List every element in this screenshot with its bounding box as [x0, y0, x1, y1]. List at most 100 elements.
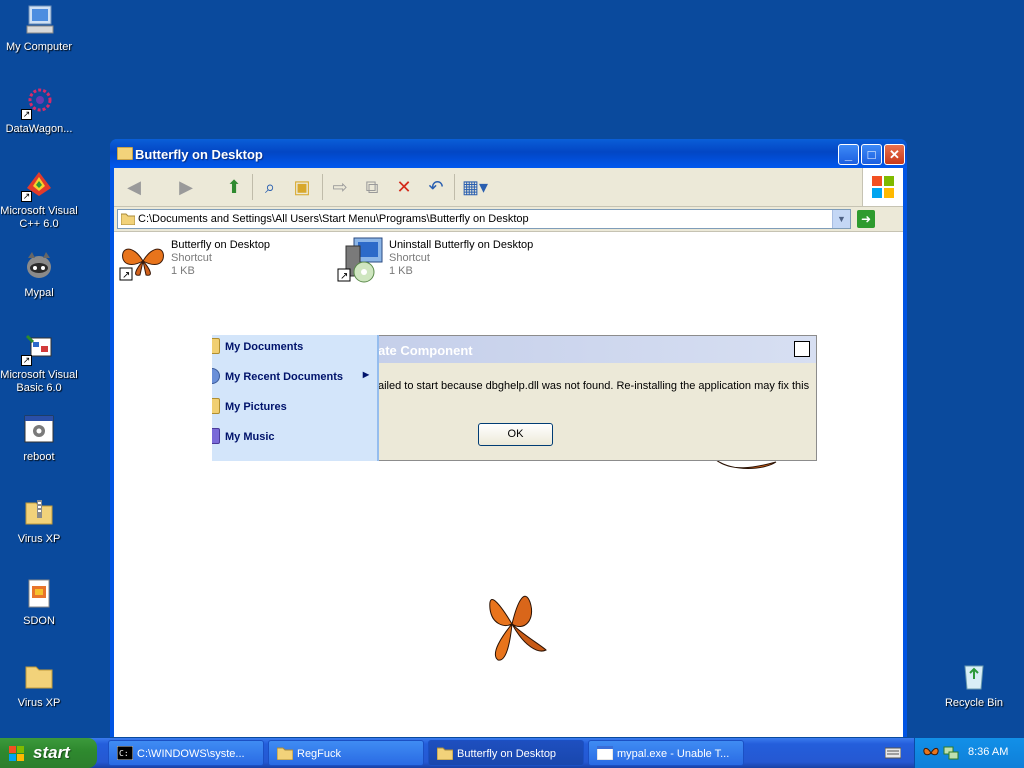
- file-name: Uninstall Butterfly on Desktop: [389, 239, 534, 251]
- file-item[interactable]: ↗ Uninstall Butterfly on Desktop Shortcu…: [336, 236, 566, 284]
- reboot-icon: [23, 414, 55, 446]
- delete-icon[interactable]: ✕: [392, 175, 416, 199]
- desktop-icon-label: reboot: [23, 451, 55, 463]
- copy-to-icon[interactable]: ⧉: [360, 175, 384, 199]
- desktop-icon-label: Virus XP: [17, 533, 61, 545]
- taskbar-button-label: Butterfly on Desktop: [457, 748, 557, 760]
- toolbar-separator: [252, 174, 253, 200]
- forward-arrow-icon[interactable]: ▶: [174, 175, 198, 199]
- butterfly-tray-icon[interactable]: [923, 746, 939, 760]
- network-tray-icon[interactable]: [943, 746, 959, 760]
- folder-icon: [23, 660, 55, 692]
- desktop-icon-label: Microsoft Visual Basic 6.0: [0, 369, 78, 394]
- toolbar: ◀ ▶ ⬆ ⌕ ▣ ⇨ ⧉ ✕ ↶ ▦▾: [114, 168, 903, 207]
- folders-icon[interactable]: ▣: [290, 175, 314, 199]
- ok-button[interactable]: OK: [478, 423, 553, 446]
- desktop-icon-my-computer[interactable]: My Computer: [0, 4, 78, 54]
- svg-text:↗: ↗: [340, 271, 348, 282]
- taskbar-button-console[interactable]: C: C:\WINDOWS\syste...: [108, 740, 264, 766]
- desktop-icon-mypal[interactable]: Mypal: [0, 250, 78, 300]
- start-menu-item-label: My Pictures: [225, 401, 287, 413]
- dialog-titlebar[interactable]: ate Component ✕: [377, 336, 816, 363]
- desktop-icon-visual-basic[interactable]: ↗ Microsoft Visual Basic 6.0: [0, 332, 78, 395]
- up-folder-icon[interactable]: ⬆: [222, 175, 246, 199]
- desktop-icon-sdon[interactable]: SDON: [0, 578, 78, 628]
- desktop-icon-reboot[interactable]: reboot: [0, 414, 78, 464]
- start-button[interactable]: start: [0, 738, 97, 768]
- views-icon[interactable]: ▦▾: [462, 175, 488, 199]
- shortcut-arrow-icon: ↗: [21, 355, 32, 366]
- svg-text:C:: C:: [119, 749, 129, 758]
- taskbar-button-mypal-error[interactable]: mypal.exe - Unable T...: [588, 740, 744, 766]
- recycle-bin-icon: [958, 660, 990, 692]
- desktop-icon-recycle-bin[interactable]: Recycle Bin: [935, 660, 1013, 710]
- console-icon: C:: [117, 746, 133, 760]
- butterfly-sprite: [489, 595, 547, 661]
- desktop-icon-label: Mypal: [24, 287, 54, 299]
- window-title: Butterfly on Desktop: [135, 147, 263, 162]
- back-arrow-icon[interactable]: ◀: [122, 175, 146, 199]
- window-titlebar[interactable]: Butterfly on Desktop _ □ ✕: [110, 139, 907, 168]
- clock[interactable]: 8:36 AM: [968, 746, 1008, 758]
- move-to-icon[interactable]: ⇨: [328, 175, 352, 199]
- folder-icon: [212, 338, 220, 354]
- folder-icon: [277, 747, 293, 760]
- close-button[interactable]: ✕: [884, 144, 905, 165]
- taskbar-button-butterfly[interactable]: Butterfly on Desktop: [428, 740, 584, 766]
- windows-flag-icon: [9, 746, 24, 761]
- desktop-icon-label: Recycle Bin: [944, 697, 1004, 709]
- file-type: Shortcut: [389, 252, 430, 264]
- music-folder-icon: [212, 428, 220, 444]
- start-label: start: [33, 743, 70, 762]
- desktop-icon-virus-xp-zip[interactable]: Virus XP: [0, 496, 78, 546]
- my-computer-icon: [23, 4, 55, 36]
- folder-icon: [121, 213, 135, 225]
- start-menu-item-label: My Music: [225, 431, 275, 443]
- system-tray: 8:36 AM: [914, 738, 1024, 768]
- undo-icon[interactable]: ↶: [424, 175, 448, 199]
- keyboard-icon[interactable]: [885, 746, 901, 759]
- taskbar-button-regfuck[interactable]: RegFuck: [268, 740, 424, 766]
- dialog-message: ailed to start because dbghelp.dll was n…: [378, 380, 810, 392]
- pictures-folder-icon: [212, 398, 220, 414]
- taskbar: start C: C:\WINDOWS\syste... RegFuck But…: [0, 738, 1024, 768]
- desktop-icon-virus-xp-folder[interactable]: Virus XP: [0, 660, 78, 710]
- desktop-icon-label: My Computer: [5, 41, 73, 53]
- chevron-down-icon[interactable]: ▼: [832, 210, 850, 228]
- shortcut-arrow-icon: ↗: [21, 191, 32, 202]
- desktop-icon-label: Virus XP: [17, 697, 61, 709]
- address-input[interactable]: C:\Documents and Settings\All Users\Star…: [117, 209, 851, 229]
- start-menu-item-my-pictures[interactable]: My Pictures: [212, 397, 377, 417]
- desktop-icon-datawagon[interactable]: ↗ DataWagon...: [0, 86, 78, 136]
- folder-icon: [437, 747, 453, 760]
- minimize-button[interactable]: _: [838, 144, 859, 165]
- window-icon: [597, 746, 613, 760]
- file-name: Butterfly on Desktop: [171, 239, 271, 251]
- windows-logo-icon: [862, 168, 903, 206]
- maximize-button[interactable]: □: [861, 144, 882, 165]
- start-menu-item-my-music[interactable]: My Music: [212, 427, 377, 447]
- start-menu-item-recent-documents[interactable]: My Recent Documents ▶: [212, 367, 377, 387]
- go-arrow-icon[interactable]: ➜: [857, 210, 875, 228]
- search-icon[interactable]: ⌕: [258, 175, 282, 199]
- desktop-icon-label: Microsoft Visual C++ 6.0: [0, 205, 78, 230]
- taskbar-button-label: RegFuck: [297, 748, 342, 760]
- error-dialog: ate Component ✕ ailed to start because d…: [376, 335, 817, 461]
- start-menu-item-my-documents[interactable]: My Documents: [212, 337, 377, 357]
- start-menu-fragment: My Documents My Recent Documents ▶ My Pi…: [212, 335, 379, 461]
- mypal-raccoon-icon: [23, 250, 55, 282]
- address-bar: C:\Documents and Settings\All Users\Star…: [114, 207, 903, 232]
- chevron-right-icon: ▶: [362, 370, 369, 379]
- file-item[interactable]: ↗ Butterfly on Desktop Shortcut 1 KB: [118, 239, 328, 283]
- sdon-file-icon: [23, 578, 55, 610]
- toolbar-separator: [454, 174, 455, 200]
- shortcut-arrow-icon: ↗: [21, 109, 32, 120]
- close-icon[interactable]: ✕: [794, 341, 810, 357]
- folder-icon: [117, 147, 133, 160]
- address-path: C:\Documents and Settings\All Users\Star…: [138, 213, 529, 225]
- file-type: Shortcut: [171, 252, 212, 264]
- toolbar-separator: [322, 174, 323, 200]
- desktop-icon-visual-cpp[interactable]: ↗ Microsoft Visual C++ 6.0: [0, 168, 78, 231]
- taskbar-button-label: mypal.exe - Unable T...: [617, 748, 730, 760]
- start-menu-item-label: My Recent Documents: [225, 371, 343, 383]
